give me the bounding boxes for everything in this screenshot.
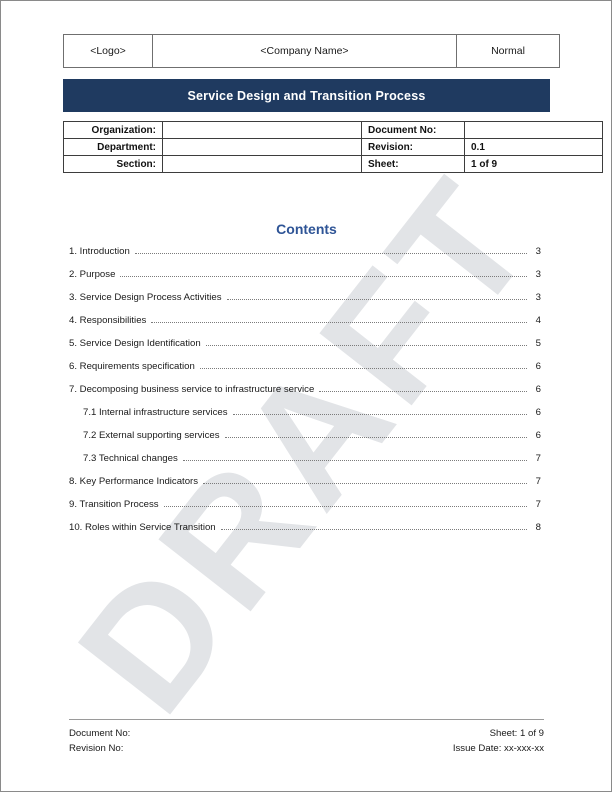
department-value: [162, 138, 362, 156]
toc-entry[interactable]: 8. Key Performance Indicators 7: [69, 476, 541, 499]
revision-label: Revision:: [361, 138, 465, 156]
section-label: Section:: [63, 155, 163, 173]
toc-entry-page: 6: [535, 430, 541, 441]
toc-entry[interactable]: 4. Responsibilities 4: [69, 315, 541, 338]
toc-entry-page: 6: [535, 361, 541, 372]
revision-value: 0.1: [464, 138, 603, 156]
toc-entry-label: 8. Key Performance Indicators: [69, 476, 199, 487]
document-info-table: Organization: Document No: Department: R…: [63, 121, 603, 173]
document-title: Service Design and Transition Process: [187, 88, 426, 103]
toc-entry[interactable]: 2. Purpose 3: [69, 269, 541, 292]
toc-entry-label: 4. Responsibilities: [69, 315, 147, 326]
toc-entry-label: 10. Roles within Service Transition: [69, 522, 216, 533]
document-title-bar: Service Design and Transition Process: [63, 79, 550, 112]
toc-entry[interactable]: 7.2 External supporting services 6: [69, 430, 541, 453]
footer-row-top: Document No: Sheet: 1 of 9: [69, 726, 544, 741]
logo-cell: <Logo>: [63, 34, 153, 68]
toc-entry-label: 1. Introduction: [69, 246, 130, 257]
toc-entry-label: 7.1 Internal infrastructure services: [83, 407, 228, 418]
toc-leader-dots: [232, 413, 527, 415]
footer-issue-date: Issue Date: xx-xxx-xx: [452, 743, 544, 754]
contents-heading: Contents: [276, 221, 337, 237]
status-cell: Normal: [456, 34, 560, 68]
table-row: Department: Revision: 0.1: [63, 138, 603, 156]
toc-entry-page: 3: [535, 292, 541, 303]
toc-entry-page: 3: [535, 269, 541, 280]
toc-leader-dots: [151, 321, 527, 323]
document-no-value: [464, 121, 603, 139]
toc-entry-label: 7. Decomposing business service to infra…: [69, 384, 315, 395]
footer-sheet: Sheet: 1 of 9: [489, 728, 544, 739]
toc-entry-page: 5: [535, 338, 541, 349]
toc-leader-dots: [182, 459, 527, 461]
footer-row-bottom: Revision No: Issue Date: xx-xxx-xx: [69, 741, 544, 756]
toc-entry-label: 9. Transition Process: [69, 499, 159, 510]
page-footer: Document No: Sheet: 1 of 9 Revision No: …: [69, 719, 544, 756]
toc-leader-dots: [203, 482, 527, 484]
toc-entry-page: 6: [535, 407, 541, 418]
toc-entry[interactable]: 5. Service Design Identification 5: [69, 338, 541, 361]
toc-entry-label: 7.3 Technical changes: [83, 453, 178, 464]
toc-entry[interactable]: 9. Transition Process 7: [69, 499, 541, 522]
toc-entry-page: 8: [535, 522, 541, 533]
toc-leader-dots: [199, 367, 527, 369]
section-value: [162, 155, 362, 173]
toc-leader-dots: [220, 528, 527, 530]
toc-entry[interactable]: 7. Decomposing business service to infra…: [69, 384, 541, 407]
toc-entry-page: 7: [535, 453, 541, 464]
footer-divider: [69, 719, 544, 720]
sheet-label: Sheet:: [361, 155, 465, 173]
toc-entry-page: 6: [535, 384, 541, 395]
toc-entry[interactable]: 7.3 Technical changes 7: [69, 453, 541, 476]
table-of-contents: 1. Introduction 3 2. Purpose 3 3. Service De…: [69, 246, 541, 545]
toc-entry-label: 6. Requirements specification: [69, 361, 195, 372]
toc-leader-dots: [226, 298, 527, 300]
toc-entry-label: 3. Service Design Process Activities: [69, 292, 222, 303]
footer-revision-no: Revision No:: [69, 743, 124, 754]
toc-entry-page: 4: [535, 315, 541, 326]
document-header-table: <Logo> <Company Name> Normal: [63, 34, 560, 68]
company-name-cell: <Company Name>: [152, 34, 457, 68]
toc-entry-page: 3: [535, 246, 541, 257]
header-row: <Logo> <Company Name> Normal: [63, 34, 560, 68]
table-row: Organization: Document No:: [63, 121, 603, 139]
document-page: DRAFT <Logo> <Company Name> Normal Servi…: [0, 0, 612, 792]
organization-value: [162, 121, 362, 139]
toc-leader-dots: [319, 390, 527, 392]
toc-leader-dots: [120, 275, 527, 277]
toc-leader-dots: [224, 436, 527, 438]
footer-document-no: Document No:: [69, 728, 131, 739]
toc-entry[interactable]: 7.1 Internal infrastructure services 6: [69, 407, 541, 430]
toc-entry-label: 7.2 External supporting services: [83, 430, 220, 441]
sheet-value: 1 of 9: [464, 155, 603, 173]
department-label: Department:: [63, 138, 163, 156]
toc-entry-label: 5. Service Design Identification: [69, 338, 201, 349]
toc-entry-page: 7: [535, 476, 541, 487]
toc-entry[interactable]: 10. Roles within Service Transition 8: [69, 522, 541, 545]
document-no-label: Document No:: [361, 121, 465, 139]
table-row: Section: Sheet: 1 of 9: [63, 155, 603, 173]
toc-leader-dots: [134, 252, 527, 254]
toc-entry[interactable]: 3. Service Design Process Activities 3: [69, 292, 541, 315]
toc-leader-dots: [205, 344, 527, 346]
toc-entry[interactable]: 6. Requirements specification 6: [69, 361, 541, 384]
toc-leader-dots: [163, 505, 527, 507]
toc-entry[interactable]: 1. Introduction 3: [69, 246, 541, 269]
toc-entry-label: 2. Purpose: [69, 269, 116, 280]
toc-entry-page: 7: [535, 499, 541, 510]
organization-label: Organization:: [63, 121, 163, 139]
